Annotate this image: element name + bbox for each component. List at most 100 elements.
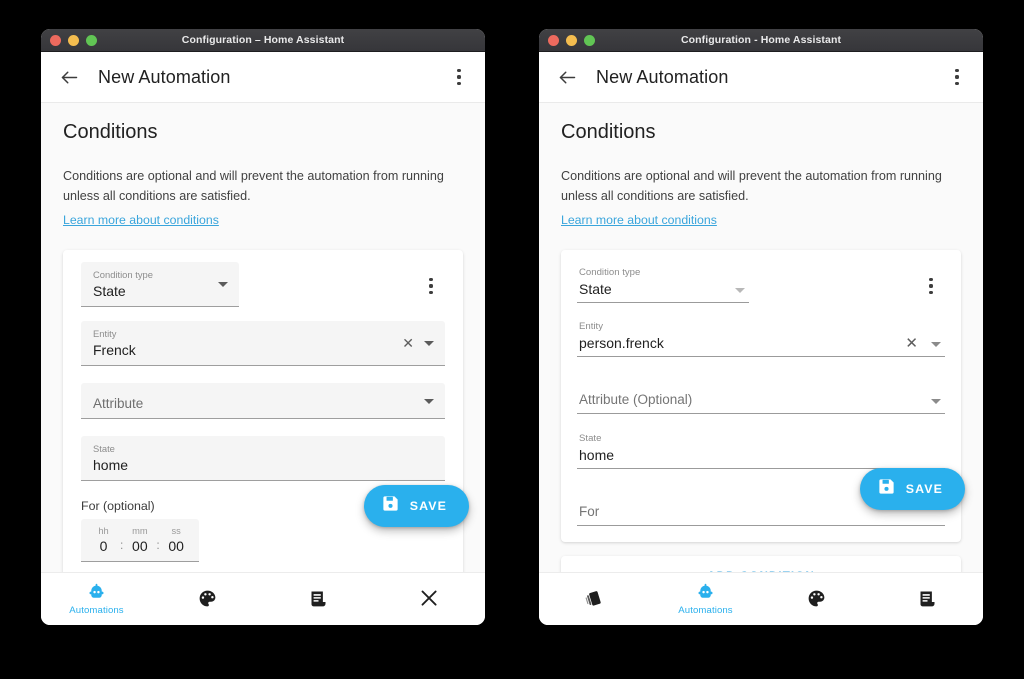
seconds-value: 00	[168, 538, 184, 554]
close-icon[interactable]: ✕	[402, 336, 414, 350]
chevron-down-icon[interactable]	[424, 398, 434, 404]
condition-overflow-icon[interactable]	[919, 274, 943, 298]
state-field[interactable]: State home	[81, 436, 445, 481]
minutes-unit: mm	[132, 526, 148, 536]
titlebar-left[interactable]: Configuration – Home Assistant	[41, 29, 485, 52]
entity-field[interactable]: Entity Frenck ✕	[81, 321, 445, 366]
chevron-down-icon[interactable]	[931, 342, 941, 347]
nav-item-automations[interactable]: Automations	[650, 582, 761, 616]
condition-overflow-icon[interactable]	[419, 274, 443, 298]
palette-icon	[197, 588, 218, 609]
minimize-button[interactable]	[68, 34, 79, 46]
traffic-lights-left	[41, 34, 97, 46]
titlebar-right[interactable]: Configuration - Home Assistant	[539, 29, 983, 52]
hours-unit: hh	[98, 526, 109, 536]
state-value: home	[579, 447, 615, 463]
app-toolbar-right: New Automation	[539, 52, 983, 103]
chevron-down-icon[interactable]	[735, 288, 745, 293]
entity-label: Entity	[93, 328, 117, 339]
nav-label-automations: Automations	[678, 605, 733, 616]
nav-item-lovelace[interactable]	[539, 588, 650, 611]
hours-stepper[interactable]: hh 0	[93, 525, 114, 556]
zoom-button[interactable]	[584, 34, 595, 46]
save-fab-button[interactable]: SAVE	[859, 468, 965, 510]
close-button[interactable]	[548, 34, 559, 46]
condition-type-value: State	[93, 283, 126, 299]
script-icon	[308, 588, 329, 609]
traffic-lights-right	[539, 34, 595, 46]
state-value: home	[93, 457, 129, 473]
entity-field[interactable]: Entity person.frenck ✕	[577, 316, 945, 357]
attribute-placeholder: Attribute (Optional)	[579, 392, 693, 407]
app-body-left: Conditions Conditions are optional and w…	[41, 103, 485, 572]
time-separator: :	[120, 538, 124, 552]
hours-value: 0	[99, 538, 108, 554]
add-condition-button[interactable]: ADD CONDITION	[561, 556, 961, 572]
condition-type-value: State	[579, 281, 612, 297]
attribute-field[interactable]: Attribute (Optional)	[577, 383, 945, 414]
add-condition-label: ADD CONDITION	[707, 570, 815, 573]
save-button-label: SAVE	[409, 499, 447, 513]
close-icon[interactable]: ✕	[905, 336, 918, 351]
section-heading: Conditions	[63, 121, 158, 143]
chevron-down-icon[interactable]	[424, 341, 434, 346]
section-heading: Conditions	[561, 121, 656, 143]
nav-item-themes[interactable]	[152, 588, 263, 611]
window-title-right: Configuration - Home Assistant	[680, 34, 842, 46]
tools-icon	[419, 588, 440, 609]
state-label: State	[579, 433, 602, 444]
bottom-nav-left: Automations	[41, 572, 485, 625]
more-vertical-icon[interactable]	[447, 65, 471, 89]
nav-item-tools[interactable]	[374, 588, 485, 611]
arrow-left-icon[interactable]	[57, 65, 81, 89]
attribute-label: Attribute	[93, 396, 144, 411]
robot-icon	[86, 582, 107, 603]
more-vertical-icon[interactable]	[945, 65, 969, 89]
entity-label: Entity	[579, 321, 603, 332]
nav-item-scripts[interactable]	[872, 588, 983, 611]
condition-type-label: Condition type	[93, 269, 153, 280]
time-separator: :	[156, 538, 160, 552]
nav-item-automations[interactable]: Automations	[41, 582, 152, 616]
for-duration-input[interactable]: hh 0 : mm 00 : ss 00	[81, 519, 199, 562]
save-floppy-icon	[877, 477, 896, 501]
cards-icon	[584, 588, 605, 609]
arrow-left-icon[interactable]	[555, 65, 579, 89]
state-field[interactable]: State home	[577, 428, 945, 469]
nav-item-themes[interactable]	[761, 588, 872, 611]
learn-more-link[interactable]: Learn more about conditions	[63, 213, 219, 227]
entity-value: person.frenck	[579, 335, 664, 351]
section-helper-text: Conditions are optional and will prevent…	[561, 169, 942, 203]
zoom-button[interactable]	[86, 34, 97, 46]
chevron-down-icon[interactable]	[931, 399, 941, 404]
close-button[interactable]	[50, 34, 61, 46]
save-button-label: SAVE	[905, 482, 943, 496]
section-helper-text: Conditions are optional and will prevent…	[63, 169, 444, 203]
screenshot-stage: Configuration – Home Assistant New Autom…	[0, 0, 1024, 679]
seconds-stepper[interactable]: ss 00	[166, 525, 187, 556]
nav-label-automations: Automations	[69, 605, 124, 616]
nav-item-scripts[interactable]	[263, 588, 374, 611]
seconds-unit: ss	[171, 526, 181, 536]
state-label: State	[93, 443, 115, 454]
app-toolbar-left: New Automation	[41, 52, 485, 103]
window-left: Configuration – Home Assistant New Autom…	[41, 29, 485, 625]
condition-type-label: Condition type	[579, 267, 641, 278]
app-body-right: Conditions Conditions are optional and w…	[539, 103, 983, 572]
window-title-left: Configuration – Home Assistant	[181, 34, 345, 46]
entity-value: Frenck	[93, 342, 136, 358]
minutes-stepper[interactable]: mm 00	[129, 525, 150, 556]
condition-type-field[interactable]: Condition type State	[81, 262, 239, 307]
minimize-button[interactable]	[566, 34, 577, 46]
minutes-value: 00	[132, 538, 148, 554]
condition-type-field[interactable]: Condition type State	[577, 262, 749, 303]
script-icon	[917, 588, 938, 609]
page-title: New Automation	[98, 66, 231, 87]
bottom-nav-right: Automations	[539, 572, 983, 625]
chevron-down-icon[interactable]	[218, 282, 228, 287]
robot-icon	[695, 582, 716, 603]
save-fab-button[interactable]: SAVE	[363, 485, 469, 527]
learn-more-link[interactable]: Learn more about conditions	[561, 213, 717, 227]
save-floppy-icon	[381, 494, 400, 518]
attribute-field[interactable]: Attribute	[81, 383, 445, 419]
